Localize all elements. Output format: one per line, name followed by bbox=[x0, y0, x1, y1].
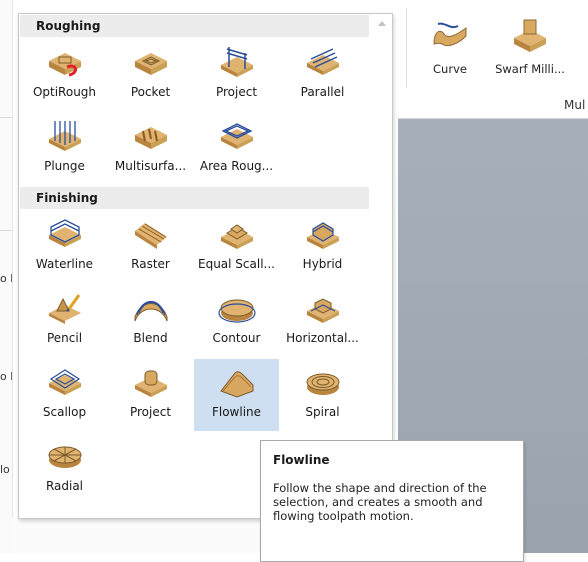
tile-pencil[interactable]: Pencil bbox=[22, 285, 107, 357]
tile-label: Project bbox=[129, 405, 172, 419]
left-panel-label: o l bbox=[0, 370, 12, 383]
tile-plunge[interactable]: Plunge bbox=[22, 113, 107, 185]
curve-machining-icon bbox=[428, 14, 472, 54]
tile-label: Horizontal... bbox=[286, 331, 359, 345]
tile-label: Project bbox=[215, 85, 258, 99]
tile-scallop[interactable]: Scallop bbox=[22, 359, 107, 431]
tile-equal-scallop[interactable]: Equal Scall... bbox=[194, 211, 279, 283]
tile-project[interactable]: Project bbox=[194, 39, 279, 111]
pocket-icon bbox=[131, 45, 171, 79]
parallel-icon bbox=[303, 45, 343, 79]
tile-label: Waterline bbox=[35, 257, 94, 271]
pencil-icon bbox=[45, 291, 85, 325]
area-roughing-icon bbox=[217, 119, 257, 153]
contour-icon bbox=[217, 291, 257, 325]
tile-horizontal-area[interactable]: Horizontal... bbox=[280, 285, 365, 357]
flowline-tooltip: Flowline Follow the shape and direction … bbox=[260, 440, 524, 562]
spiral-icon bbox=[303, 365, 343, 399]
ribbon-separator bbox=[406, 8, 407, 88]
left-panel-label: lo bbox=[0, 463, 10, 476]
raster-icon bbox=[131, 217, 171, 251]
tile-pocket[interactable]: Pocket bbox=[108, 39, 193, 111]
divider bbox=[0, 117, 12, 118]
ribbon-swarf-button[interactable]: Swarf Milli... bbox=[494, 14, 566, 76]
blend-icon bbox=[131, 291, 171, 325]
ribbon-curve-button[interactable]: Curve bbox=[414, 14, 486, 76]
tile-hybrid[interactable]: Hybrid bbox=[280, 211, 365, 283]
tile-label: Hybrid bbox=[302, 257, 343, 271]
tile-waterline[interactable]: Waterline bbox=[22, 211, 107, 283]
tile-label: Raster bbox=[131, 257, 170, 271]
left-panel-label: o l bbox=[0, 272, 12, 285]
ribbon-swarf-label: Swarf Milli... bbox=[495, 62, 565, 76]
equal-scallop-icon bbox=[217, 217, 257, 251]
tile-label: Flowline bbox=[211, 405, 262, 419]
tile-label: Pencil bbox=[46, 331, 83, 345]
ribbon-multiaxis-group: Curve Swarf Milli... Mul bbox=[398, 0, 588, 119]
tile-optirough[interactable]: OptiRough bbox=[22, 39, 107, 111]
tile-multisurface[interactable]: Multisurfa... bbox=[108, 113, 193, 185]
radial-icon bbox=[45, 439, 85, 473]
tile-parallel[interactable]: Parallel bbox=[280, 39, 365, 111]
tile-label: OptiRough bbox=[32, 85, 97, 99]
section-header-roughing: Roughing bbox=[20, 15, 369, 37]
divider bbox=[0, 230, 12, 231]
tile-label: Blend bbox=[133, 331, 168, 345]
tile-label: Pocket bbox=[130, 85, 171, 99]
scroll-up-arrow-icon[interactable] bbox=[378, 21, 386, 26]
tile-label: Spiral bbox=[305, 405, 340, 419]
project-icon bbox=[217, 45, 257, 79]
scallop-icon bbox=[45, 365, 85, 399]
tile-label: Parallel bbox=[300, 85, 345, 99]
tile-label: Contour bbox=[212, 331, 261, 345]
tile-label: Equal Scall... bbox=[198, 257, 275, 271]
horizontal-area-icon bbox=[303, 291, 343, 325]
tile-label: Plunge bbox=[44, 159, 85, 173]
tile-flowline[interactable]: Flowline bbox=[194, 359, 279, 431]
hybrid-icon bbox=[303, 217, 343, 251]
tile-radial[interactable]: Radial bbox=[22, 433, 107, 505]
tile-area-roughing[interactable]: Area Roug... bbox=[194, 113, 279, 185]
tile-label: Scallop bbox=[42, 405, 87, 419]
multisurface-icon bbox=[131, 119, 171, 153]
ribbon-curve-label: Curve bbox=[433, 62, 467, 76]
waterline-icon bbox=[45, 217, 85, 251]
tooltip-title: Flowline bbox=[273, 453, 330, 467]
flowline-icon bbox=[217, 365, 257, 399]
tile-spiral[interactable]: Spiral bbox=[280, 359, 365, 431]
left-panel-edge: o l o l lo bbox=[0, 0, 13, 553]
tile-project-finishing[interactable]: Project bbox=[108, 359, 193, 431]
tile-contour[interactable]: Contour bbox=[194, 285, 279, 357]
ribbon-group-label: Mul bbox=[564, 98, 586, 112]
tile-label: Radial bbox=[45, 479, 84, 493]
tooltip-description: Follow the shape and direction of the se… bbox=[273, 481, 487, 523]
tile-raster[interactable]: Raster bbox=[108, 211, 193, 283]
optirough-icon bbox=[45, 45, 85, 79]
swarf-milling-icon bbox=[508, 14, 552, 54]
tile-blend[interactable]: Blend bbox=[108, 285, 193, 357]
tile-label: Multisurfa... bbox=[114, 159, 187, 173]
tile-label: Area Roug... bbox=[199, 159, 274, 173]
section-header-finishing: Finishing bbox=[20, 187, 369, 209]
plunge-icon bbox=[45, 119, 85, 153]
project-finish-icon bbox=[131, 365, 171, 399]
